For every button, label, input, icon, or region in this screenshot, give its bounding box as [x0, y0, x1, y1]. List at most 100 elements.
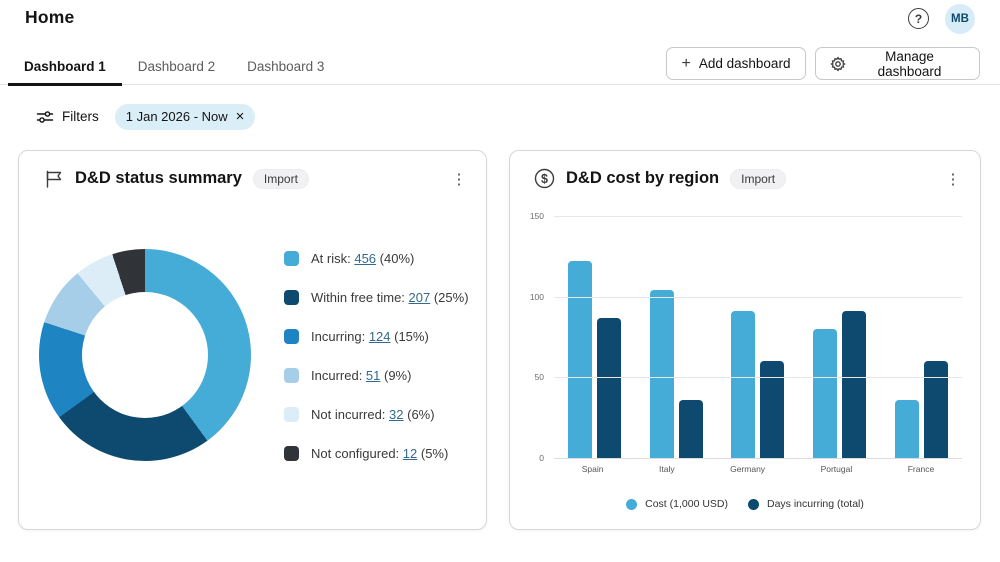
legend-percent: (5%) — [417, 446, 448, 461]
bar[interactable] — [568, 261, 592, 458]
donut-hole — [82, 292, 208, 418]
legend-label: Within free time: — [311, 290, 409, 305]
bar[interactable] — [842, 311, 866, 458]
gridline — [554, 216, 962, 217]
legend-swatch — [284, 446, 299, 461]
legend-count-link[interactable]: 207 — [409, 290, 431, 305]
manage-dashboard-label: Manage dashboard — [854, 49, 965, 79]
x-axis-label: Portugal — [821, 464, 853, 474]
flag-icon — [43, 168, 64, 189]
filters-button[interactable]: Filters — [36, 108, 99, 126]
bar[interactable] — [924, 361, 948, 458]
cost-card-menu-button[interactable]: ⋮ — [942, 167, 964, 191]
bar[interactable] — [650, 290, 674, 458]
legend-percent: (9%) — [380, 368, 411, 383]
legend-count-link[interactable]: 124 — [369, 329, 391, 344]
donut-chart[interactable] — [39, 249, 251, 461]
tab-label: Dashboard 1 — [24, 59, 106, 74]
legend-item: Not configured: 12 (5%) — [284, 434, 474, 473]
tab-dashboard-2[interactable]: Dashboard 2 — [122, 48, 231, 85]
bar-legend-item: Days incurring (total) — [748, 498, 864, 510]
bar-group — [895, 361, 948, 458]
bar-group — [813, 311, 866, 458]
page-title: Home — [25, 7, 74, 28]
bar-group — [568, 261, 621, 458]
legend-label: At risk: — [311, 251, 354, 266]
status-legend: At risk: 456 (40%) Within free time: 207 … — [284, 239, 474, 473]
gridline — [554, 297, 962, 298]
status-card-menu-button[interactable]: ⋮ — [448, 167, 470, 191]
avatar[interactable]: MB — [945, 4, 975, 34]
bar[interactable] — [679, 400, 703, 458]
legend-dot — [626, 499, 637, 510]
legend-swatch — [284, 329, 299, 344]
bar-legend-label: Cost (1,000 USD) — [645, 498, 728, 510]
tab-label: Dashboard 3 — [247, 59, 324, 74]
legend-percent: (6%) — [404, 407, 435, 422]
cost-import-badge: Import — [730, 169, 786, 189]
kebab-icon: ⋮ — [452, 170, 467, 188]
bar[interactable] — [597, 318, 621, 458]
y-axis-tick-label: 50 — [510, 372, 544, 382]
gridline — [554, 458, 962, 459]
legend-item: Incurring: 124 (15%) — [284, 317, 474, 356]
close-icon[interactable]: × — [236, 109, 245, 124]
legend-label: Not configured: — [311, 446, 403, 461]
cost-by-region-card: $ D&D cost by region Import ⋮ Spain Italy… — [509, 150, 981, 530]
bar-groups — [554, 216, 962, 458]
dashboard-page: Home ? MB Dashboard 1 Dashboard 2 Dashbo… — [0, 0, 1000, 562]
dollar-icon: $ — [534, 168, 555, 189]
x-axis-label: France — [908, 464, 934, 474]
filters-row: Filters 1 Jan 2026 - Now × — [36, 103, 255, 130]
legend-item: Incurred: 51 (9%) — [284, 356, 474, 395]
gear-icon — [830, 56, 846, 72]
manage-dashboard-button[interactable]: Manage dashboard — [815, 47, 980, 80]
date-filter-chip[interactable]: 1 Jan 2026 - Now × — [115, 104, 256, 130]
legend-dot — [748, 499, 759, 510]
help-button[interactable]: ? — [908, 8, 929, 29]
legend-count-link[interactable]: 32 — [389, 407, 403, 422]
add-dashboard-button[interactable]: + Add dashboard — [666, 47, 806, 80]
legend-percent: (40%) — [376, 251, 414, 266]
bar-group — [731, 311, 784, 458]
x-axis-label: Spain — [582, 464, 604, 474]
kebab-icon: ⋮ — [946, 170, 961, 188]
tab-label: Dashboard 2 — [138, 59, 215, 74]
tab-dashboard-1[interactable]: Dashboard 1 — [8, 48, 122, 85]
svg-text:$: $ — [541, 172, 548, 186]
bar-group — [650, 290, 703, 458]
question-icon: ? — [915, 12, 922, 26]
avatar-initials: MB — [951, 13, 969, 25]
status-import-badge: Import — [253, 169, 309, 189]
cost-card-title: D&D cost by region — [566, 169, 719, 188]
legend-label: Incurring: — [311, 329, 369, 344]
legend-swatch — [284, 251, 299, 266]
tab-dashboard-3[interactable]: Dashboard 3 — [231, 48, 340, 85]
legend-swatch — [284, 290, 299, 305]
y-axis-tick-label: 100 — [510, 292, 544, 302]
bar[interactable] — [813, 329, 837, 458]
status-summary-card: D&D status summary Import ⋮ At risk: 456… — [18, 150, 487, 530]
y-axis-tick-label: 0 — [510, 453, 544, 463]
legend-count-link[interactable]: 456 — [354, 251, 376, 266]
legend-item: Within free time: 207 (25%) — [284, 278, 474, 317]
legend-percent: (25%) — [430, 290, 468, 305]
plus-icon: + — [682, 56, 691, 72]
legend-item: Not incurred: 32 (6%) — [284, 395, 474, 434]
legend-label: Incurred: — [311, 368, 366, 383]
cost-card-header: $ D&D cost by region Import — [534, 168, 936, 189]
y-axis-tick-label: 150 — [510, 211, 544, 221]
legend-count-link[interactable]: 12 — [403, 446, 417, 461]
bar[interactable] — [760, 361, 784, 458]
x-axis-label: Germany — [730, 464, 765, 474]
filters-label: Filters — [62, 109, 99, 124]
legend-percent: (15%) — [391, 329, 429, 344]
bar[interactable] — [731, 311, 755, 458]
legend-swatch — [284, 407, 299, 422]
legend-count-link[interactable]: 51 — [366, 368, 380, 383]
x-axis-label: Italy — [659, 464, 675, 474]
bar[interactable] — [895, 400, 919, 458]
bar-legend-label: Days incurring (total) — [767, 498, 864, 510]
add-dashboard-label: Add dashboard — [699, 56, 791, 71]
filter-sliders-icon — [36, 108, 54, 126]
